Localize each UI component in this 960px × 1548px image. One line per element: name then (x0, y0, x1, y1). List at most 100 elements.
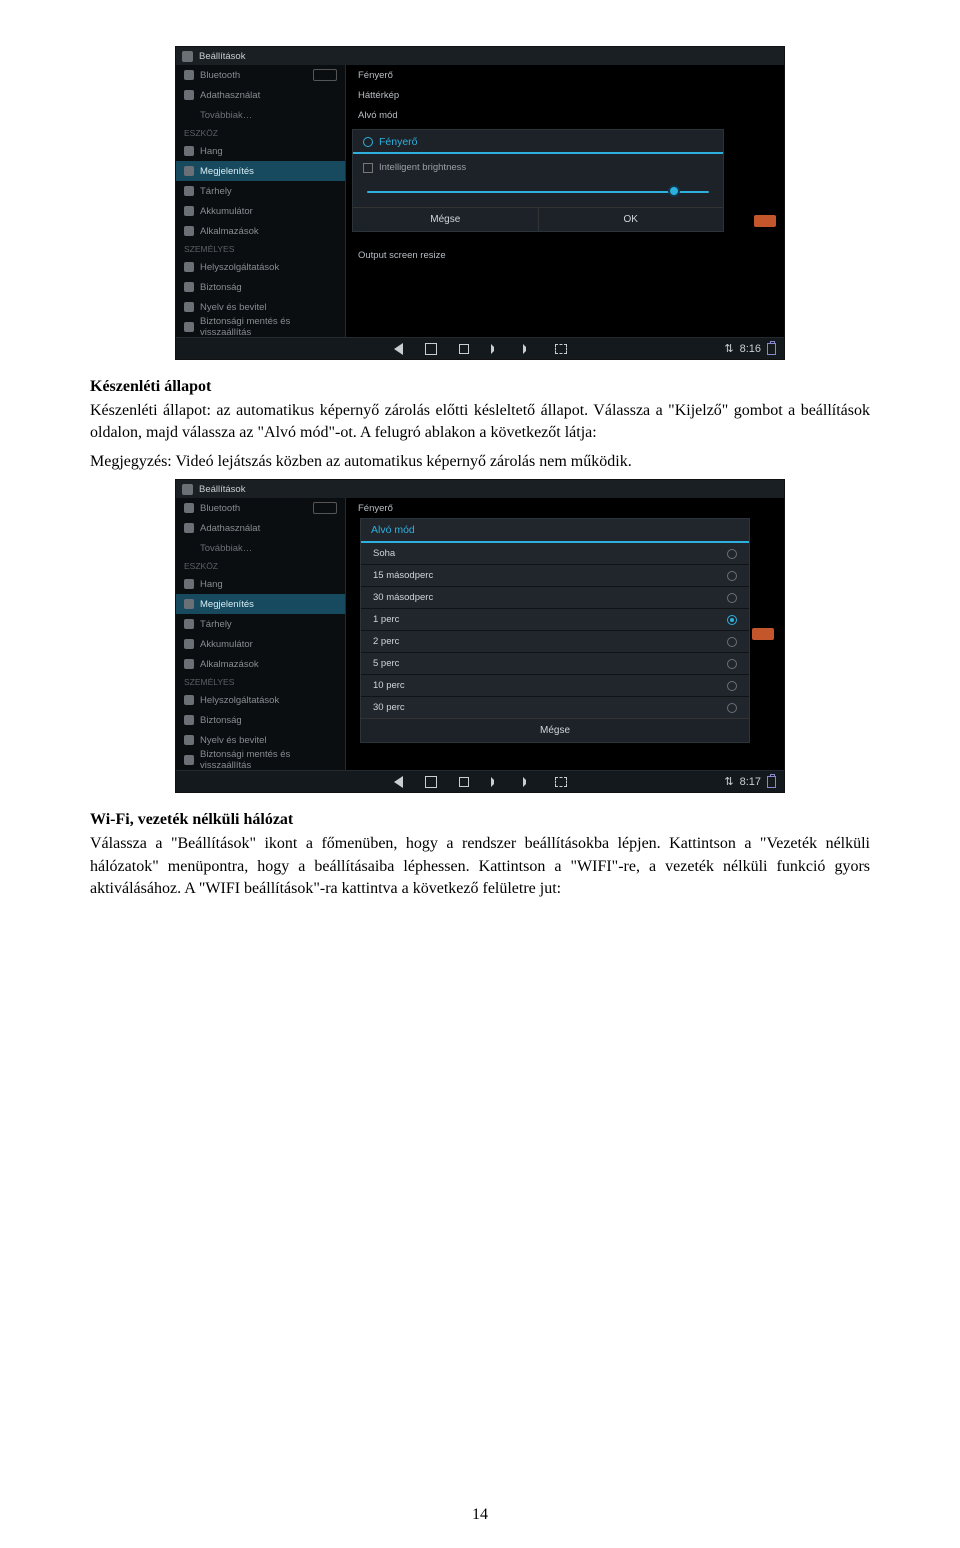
settings-sidebar: Bluetooth Adathasználat Továbbiak… ESZKÖ… (176, 65, 346, 337)
statusbar-right: ⇅ 8:16 (724, 342, 776, 355)
battery-icon (184, 639, 194, 649)
sidebar-item-backup[interactable]: Biztonsági mentés és visszaállítás (176, 317, 345, 337)
screenshot-icon[interactable] (555, 344, 567, 354)
screenshot-sleep-dialog: Beállítások Bluetooth Adathasználat Tová… (175, 479, 785, 793)
ok-button[interactable]: OK (539, 208, 724, 231)
sleep-option[interactable]: 1 perc (361, 609, 749, 631)
auto-brightness-row[interactable]: Intelligent brightness (353, 154, 723, 181)
radio-icon[interactable] (727, 703, 737, 713)
settings-detail-pane: Fényerő Háttérkép Alvó mód Output screen… (346, 65, 784, 337)
checkbox-icon[interactable] (363, 163, 373, 173)
screenshot-icon[interactable] (555, 777, 567, 787)
sleep-option[interactable]: Soha (361, 543, 749, 565)
storage-icon (184, 186, 194, 196)
sidebar-item-data[interactable]: Adathasználat (176, 85, 345, 105)
bluetooth-toggle[interactable] (313, 502, 337, 514)
brightness-icon (363, 137, 373, 147)
sleep-option-label: 5 perc (373, 658, 399, 669)
battery-icon (184, 206, 194, 216)
settings-action-bar: Beállítások (176, 480, 784, 498)
bluetooth-toggle[interactable] (313, 69, 337, 81)
brightness-dialog: Fényerő Intelligent brightness Mégse OK (352, 129, 724, 232)
volume-up-icon[interactable] (523, 777, 533, 787)
sidebar-item-display[interactable]: Megjelenítés (176, 594, 345, 614)
sidebar-item-apps[interactable]: Alkalmazások (176, 654, 345, 674)
system-navbar: ⇅ 8:16 (176, 337, 784, 359)
sleep-option[interactable]: 10 perc (361, 675, 749, 697)
back-button[interactable] (394, 343, 403, 355)
volume-down-icon[interactable] (491, 777, 501, 787)
keyboard-icon (184, 302, 194, 312)
option-brightness[interactable]: Fényerő (346, 65, 784, 85)
sidebar-item-language[interactable]: Nyelv és bevitel (176, 730, 345, 750)
sidebar-item-sound[interactable]: Hang (176, 574, 345, 594)
radio-icon[interactable] (727, 615, 737, 625)
option-brightness[interactable]: Fényerő (346, 498, 784, 518)
cancel-button[interactable]: Mégse (361, 718, 749, 742)
sidebar-item-bluetooth[interactable]: Bluetooth (176, 65, 345, 85)
radio-icon[interactable] (727, 571, 737, 581)
brightness-slider[interactable] (353, 181, 723, 207)
sidebar-item-battery[interactable]: Akkumulátor (176, 201, 345, 221)
option-output-resize[interactable]: Output screen resize (346, 245, 784, 265)
recents-button[interactable] (459, 777, 469, 787)
sidebar-item-storage[interactable]: Tárhely (176, 181, 345, 201)
location-icon (184, 262, 194, 272)
radio-icon[interactable] (727, 659, 737, 669)
radio-icon[interactable] (727, 549, 737, 559)
sidebar-item-location[interactable]: Helyszolgáltatások (176, 690, 345, 710)
storage-icon (184, 619, 194, 629)
battery-icon (767, 343, 776, 355)
back-button[interactable] (394, 776, 403, 788)
sleep-option[interactable]: 30 másodperc (361, 587, 749, 609)
lock-icon (184, 282, 194, 292)
wifi-paragraph: Válassza a "Beállítások" ikont a főmenüb… (90, 833, 870, 900)
home-button[interactable] (425, 343, 437, 355)
sleep-option-label: 15 másodperc (373, 570, 433, 581)
sidebar-item-display[interactable]: Megjelenítés (176, 161, 345, 181)
standby-paragraph-1: Készenléti állapot: az automatikus képer… (90, 400, 870, 445)
cancel-button[interactable]: Mégse (353, 208, 539, 231)
sleep-option[interactable]: 2 perc (361, 631, 749, 653)
home-button[interactable] (425, 776, 437, 788)
auto-brightness-label: Intelligent brightness (379, 162, 466, 173)
apps-icon (184, 659, 194, 669)
sidebar-item-backup[interactable]: Biztonsági mentés és visszaállítás (176, 750, 345, 770)
section-device: ESZKÖZ (176, 558, 345, 574)
sleep-option[interactable]: 5 perc (361, 653, 749, 675)
sleep-option[interactable]: 30 perc (361, 697, 749, 718)
sidebar-item-security[interactable]: Biztonság (176, 710, 345, 730)
radio-icon[interactable] (727, 593, 737, 603)
settings-icon (182, 51, 193, 62)
sidebar-item-location[interactable]: Helyszolgáltatások (176, 257, 345, 277)
sidebar-item-security[interactable]: Biztonság (176, 277, 345, 297)
recents-button[interactable] (459, 344, 469, 354)
sidebar-item-more[interactable]: Továbbiak… (176, 538, 345, 558)
bluetooth-icon (184, 70, 194, 80)
radio-icon[interactable] (727, 681, 737, 691)
volume-up-icon[interactable] (523, 344, 533, 354)
sidebar-item-language[interactable]: Nyelv és bevitel (176, 297, 345, 317)
option-sleep[interactable]: Alvó mód (346, 105, 784, 125)
lock-icon (184, 715, 194, 725)
sidebar-item-data[interactable]: Adathasználat (176, 518, 345, 538)
sound-icon (184, 146, 194, 156)
sidebar-item-sound[interactable]: Hang (176, 141, 345, 161)
slider-thumb[interactable] (668, 185, 680, 197)
sidebar-item-more[interactable]: Továbbiak… (176, 105, 345, 125)
sidebar-item-bluetooth[interactable]: Bluetooth (176, 498, 345, 518)
sidebar-item-battery[interactable]: Akkumulátor (176, 634, 345, 654)
sleep-option[interactable]: 15 másodperc (361, 565, 749, 587)
dialog-title: Alvó mód (361, 519, 749, 543)
radio-icon[interactable] (727, 637, 737, 647)
sidebar-item-apps[interactable]: Alkalmazások (176, 221, 345, 241)
volume-down-icon[interactable] (491, 344, 501, 354)
page-number: 14 (0, 1506, 960, 1524)
app-title: Beállítások (199, 51, 245, 62)
sidebar-item-storage[interactable]: Tárhely (176, 614, 345, 634)
option-wallpaper[interactable]: Háttérkép (346, 85, 784, 105)
settings-action-bar: Beállítások (176, 47, 784, 65)
sleep-option-label: 1 perc (373, 614, 399, 625)
backup-icon (184, 755, 194, 765)
display-icon (184, 599, 194, 609)
